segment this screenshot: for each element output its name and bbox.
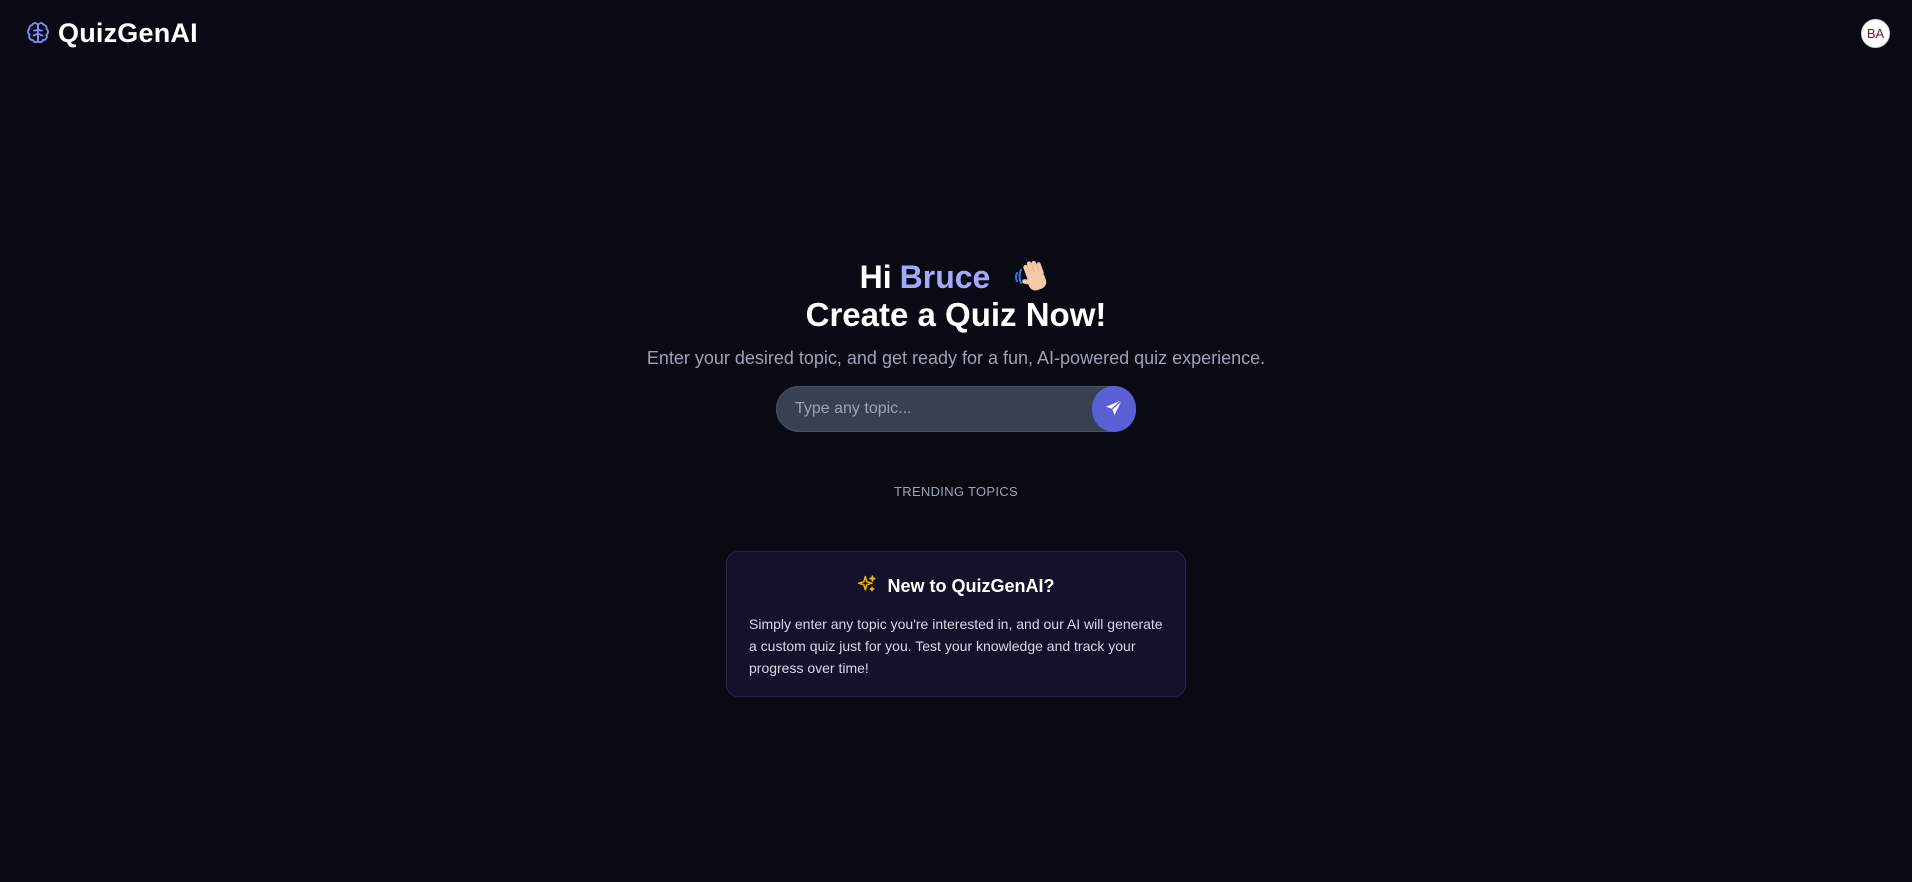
- user-avatar[interactable]: BA: [1861, 18, 1890, 48]
- topic-search: [776, 386, 1136, 432]
- info-card-title: New to QuizGenAI?: [887, 576, 1055, 596]
- brain-icon: [26, 21, 50, 45]
- new-user-info-card: New to QuizGenAI? Simply enter any topic…: [726, 551, 1186, 697]
- user-name: Bruce: [899, 259, 991, 295]
- top-header: QuizGenAI BA: [0, 0, 1912, 66]
- page-subtitle: Enter your desired topic, and get ready …: [646, 348, 1266, 368]
- send-button[interactable]: [1092, 386, 1136, 432]
- greeting-prefix: Hi: [859, 259, 892, 295]
- sparkles-icon: [857, 574, 877, 599]
- trending-topics-label: TRENDING TOPICS: [894, 484, 1018, 499]
- brand-logo[interactable]: QuizGenAI: [26, 18, 198, 49]
- hero-section: Hi Bruce Create a Quiz Now! Enter your d…: [0, 255, 1912, 697]
- greeting: Hi Bruce: [860, 255, 1053, 299]
- page-title: Create a Quiz Now!: [805, 296, 1107, 333]
- info-card-body: Simply enter any topic you're interested…: [749, 616, 1163, 676]
- topic-input[interactable]: [776, 386, 1136, 432]
- send-icon: [1104, 398, 1124, 421]
- info-card-header: New to QuizGenAI?: [749, 574, 1163, 599]
- brand-name: QuizGenAI: [58, 17, 198, 48]
- waving-hand-icon: [1012, 259, 1052, 295]
